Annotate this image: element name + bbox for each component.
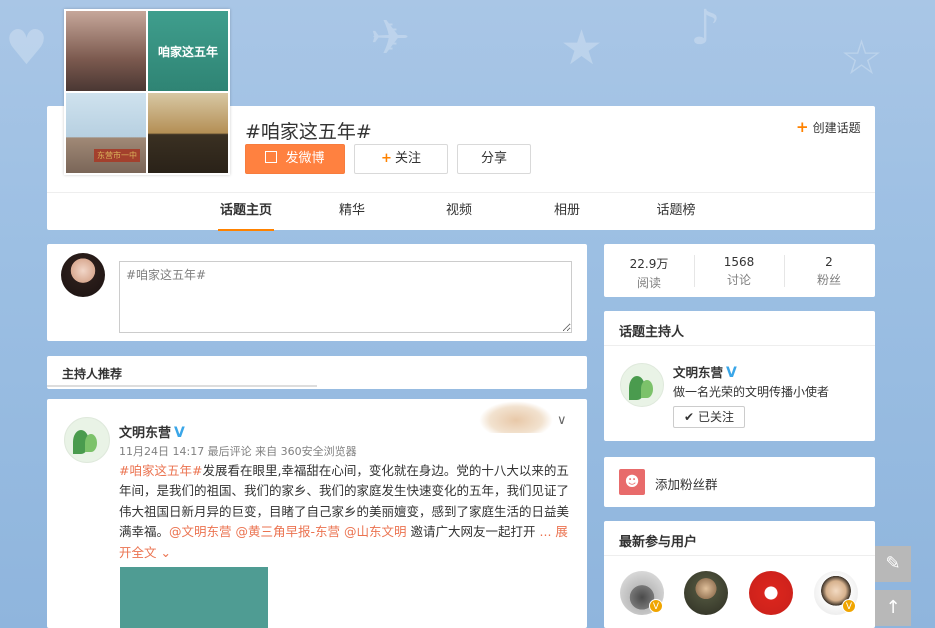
latest-participants-card: 最新参与用户 V V <box>604 521 875 628</box>
logo-leaf <box>85 434 97 452</box>
avatar[interactable] <box>620 363 664 407</box>
background-star-icon: ☆ <box>840 30 884 86</box>
stat-label: 粉丝 <box>816 273 841 287</box>
cover-photo: 咱家这五年 <box>148 11 228 91</box>
background-music-icon: ♪ <box>690 0 721 56</box>
post-text: #咱家这五年#发展看在眼里,幸福甜在心间，变化就在身边。党的十八大以来的五年间，… <box>119 461 571 563</box>
host-description: 做一名光荣的文明传播小使者 <box>673 385 830 399</box>
follow-topic-button[interactable]: + 关注 <box>354 144 448 174</box>
verified-badge-icon: V <box>649 599 663 613</box>
tab-underline <box>47 385 317 387</box>
background-heart-icon: ♥ <box>5 20 49 76</box>
cover-sign: 东营市一中 <box>94 149 140 162</box>
followed-label: 已关注 <box>697 410 734 424</box>
divider <box>604 555 875 556</box>
stat-fans: 2 粉丝 <box>784 255 874 288</box>
cover-caption: 咱家这五年 <box>157 45 218 59</box>
share-button[interactable]: 分享 <box>457 144 531 174</box>
post-body: 邀请广大网友一起打开 <box>406 524 536 540</box>
verified-icon: V <box>174 425 185 441</box>
post-weibo-button[interactable]: 发微博 <box>245 144 345 174</box>
fan-group-icon: ☻ <box>619 469 645 495</box>
stat-label: 阅读 <box>636 276 661 290</box>
section-title: 话题主持人 <box>619 325 685 340</box>
tab-featured[interactable]: 精华 <box>337 193 367 231</box>
stat-discussions: 1568 讨论 <box>694 255 784 288</box>
stat-value: 22.9万 <box>629 257 669 271</box>
followed-button[interactable]: ✔ 已关注 <box>673 406 745 428</box>
edit-icon <box>265 151 278 163</box>
plus-icon: + <box>796 118 809 136</box>
create-topic-link[interactable]: + 创建话题 <box>796 118 861 136</box>
tab-topic-ranking[interactable]: 话题榜 <box>654 193 698 231</box>
stat-value: 2 <box>825 255 833 269</box>
author-name[interactable]: 文明东营 V <box>119 422 185 441</box>
host-name[interactable]: 文明东营 V <box>673 362 737 381</box>
arrow-up-icon: ↑ <box>885 597 901 618</box>
cover-photo: 东营市一中 <box>66 93 146 173</box>
check-icon: ✔ <box>684 410 695 424</box>
participant-avatar[interactable] <box>749 571 793 615</box>
topic-nav: 话题主页 精华 视频 相册 话题榜 <box>47 192 875 231</box>
background-plane-icon: ✈ <box>370 10 411 66</box>
topic-stats: 22.9万阅读 1568 讨论 2 粉丝 <box>604 244 875 297</box>
post-weibo-label: 发微博 <box>285 151 325 166</box>
stat-value: 1568 <box>723 255 755 269</box>
verified-badge-icon: V <box>842 599 856 613</box>
verified-icon: V <box>726 365 737 381</box>
host-name-text: 文明东营 <box>673 365 724 380</box>
cover-photo <box>66 11 146 91</box>
plus-icon: + <box>381 151 392 166</box>
topic-tag-link[interactable]: #咱家这五年# <box>119 463 202 478</box>
feed-item: 文明东营 V ∨ 11月24日 14:17 最后评论 来自 360安全浏览器 #咱… <box>47 399 587 628</box>
participant-avatar[interactable] <box>684 571 728 615</box>
tab-video[interactable]: 视频 <box>444 193 474 231</box>
section-title: 最新参与用户 <box>619 535 698 550</box>
post-input[interactable]: #咱家这五年# <box>119 261 572 333</box>
post-composer: #咱家这五年# <box>47 244 587 341</box>
compose-float-button[interactable]: ✎ <box>875 546 911 582</box>
divider <box>604 345 875 346</box>
edit-icon: ✎ <box>885 553 901 574</box>
logo-leaf <box>641 380 653 398</box>
chevron-down-icon: ⌄ <box>160 544 171 560</box>
mention-link[interactable]: @黄三角早报-东营 <box>236 524 341 539</box>
back-to-top-button[interactable]: ↑ <box>875 590 911 626</box>
mention-link[interactable]: @山东文明 <box>344 524 407 539</box>
fan-group-card[interactable]: ☻ 添加粉丝群 <box>604 457 875 507</box>
stat-reads: 22.9万阅读 <box>604 255 694 291</box>
host-recommend-label[interactable]: 主持人推荐 <box>62 365 122 382</box>
follow-label: 关注 <box>394 151 421 166</box>
share-label: 分享 <box>480 151 507 166</box>
author-name-text: 文明东营 <box>119 426 172 441</box>
page-title: #咱家这五年# <box>245 121 372 143</box>
cover-photo <box>148 93 228 173</box>
post-meta: 11月24日 14:17 最后评论 来自 360安全浏览器 <box>119 445 357 458</box>
mention-link[interactable]: @文明东营 <box>169 524 232 539</box>
card-decoration <box>479 401 553 433</box>
fan-group-label: 添加粉丝群 <box>655 477 718 492</box>
avatar[interactable] <box>61 253 105 297</box>
topic-host-card: 话题主持人 文明东营 V 做一名光荣的文明传播小使者 ✔ 已关注 <box>604 311 875 441</box>
tab-album[interactable]: 相册 <box>552 193 582 231</box>
stat-label: 讨论 <box>726 273 751 287</box>
chevron-down-icon[interactable]: ∨ <box>557 413 567 428</box>
create-topic-label: 创建话题 <box>812 121 861 135</box>
background-star-icon: ★ <box>560 20 604 76</box>
topic-cover: 咱家这五年 东营市一中 <box>64 9 230 175</box>
avatar[interactable] <box>64 417 110 463</box>
tab-topic-home[interactable]: 话题主页 <box>218 193 274 231</box>
host-recommend-tab: 主持人推荐 <box>47 356 587 389</box>
post-image[interactable] <box>120 567 268 628</box>
